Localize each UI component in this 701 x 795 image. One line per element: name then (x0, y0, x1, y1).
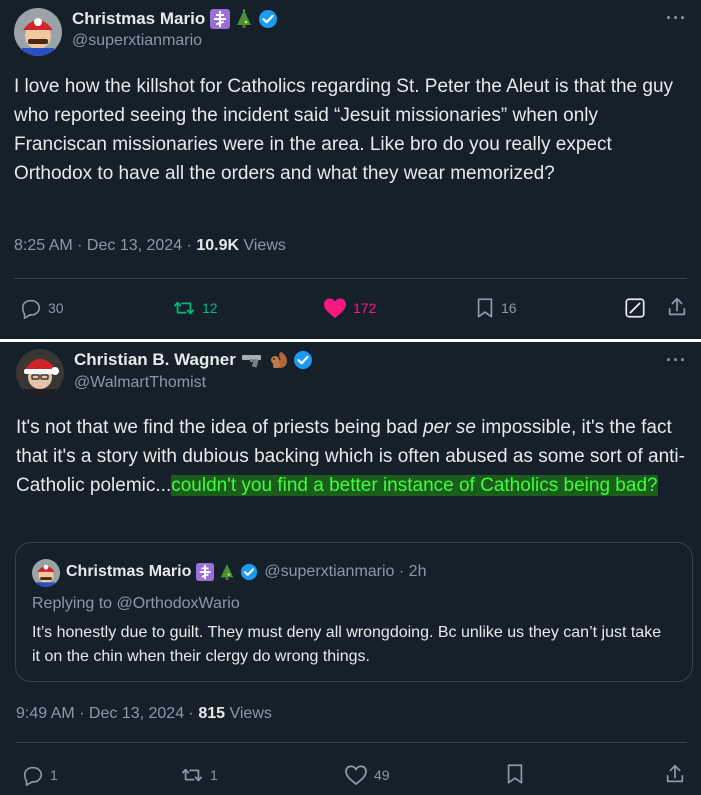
share-button[interactable] (666, 296, 688, 318)
verified-badge-icon (258, 9, 278, 29)
retweet-button[interactable]: 1 (180, 764, 218, 786)
like-button[interactable]: 49 (344, 764, 390, 786)
views-label: Views (225, 705, 272, 722)
tweet-card-2: Christian B. Wagner @WalmartThomist ··· … (0, 342, 701, 795)
timestamp[interactable]: 9:49 AM · Dec 13, 2024 · (16, 705, 198, 722)
bookmark-icon (477, 298, 493, 318)
squirrel-icon (268, 350, 288, 370)
heart-filled-icon (324, 298, 346, 318)
quoted-avatar (32, 559, 60, 587)
views-count: 10.9K (196, 237, 240, 254)
reply-button[interactable]: 30 (20, 297, 64, 319)
quoted-handle-time: @superxtianmario · 2h (264, 563, 427, 580)
handle[interactable]: @WalmartThomist (74, 374, 206, 392)
bookmark-button[interactable] (505, 763, 525, 785)
retweet-button[interactable]: 12 (172, 297, 218, 319)
tweet-text-italic: per se (423, 417, 476, 438)
orthodox-cross-icon (210, 9, 231, 29)
retweet-count: 1 (210, 767, 218, 783)
reply-icon (21, 299, 41, 319)
avatar[interactable] (14, 8, 62, 56)
pistol-icon (241, 352, 263, 368)
verified-badge-icon (293, 350, 313, 370)
bookmark-button[interactable]: 16 (475, 297, 517, 319)
bookmark-count: 16 (501, 300, 517, 316)
divider (16, 742, 687, 743)
reply-button[interactable]: 1 (22, 764, 58, 786)
display-name[interactable]: Christmas Mario (72, 9, 205, 29)
author-row: Christian B. Wagner (74, 350, 313, 370)
handle[interactable]: @superxtianmario (72, 32, 202, 50)
views-count: 815 (198, 705, 226, 722)
tweet-card-1: Christmas Mario @superxtianmario ··· I l… (0, 0, 701, 339)
timestamp[interactable]: 8:25 AM · Dec 13, 2024 · (14, 237, 196, 254)
more-options-button[interactable]: ··· (666, 8, 687, 29)
quoted-display-name: Christmas Mario (66, 563, 192, 580)
tweet-text-part: It's not that we find the idea of priest… (16, 417, 424, 438)
retweet-icon (173, 301, 195, 315)
more-options-button[interactable]: ··· (666, 350, 687, 371)
tweet-meta: 8:25 AM · Dec 13, 2024 · 10.9K Views (14, 237, 286, 255)
like-button[interactable]: 172 (323, 297, 376, 319)
share-icon (668, 297, 686, 316)
christmas-tree-icon (235, 9, 253, 29)
retweet-count: 12 (202, 300, 218, 316)
highlighted-text: couldn't you find a better instance of C… (171, 475, 658, 496)
edit-icon (625, 298, 645, 318)
tweet-meta: 9:49 AM · Dec 13, 2024 · 815 Views (16, 705, 272, 723)
heart-outline-icon (345, 765, 367, 786)
reply-count: 30 (48, 300, 64, 316)
quoted-tweet[interactable]: Christmas Mario @superxtianmario · 2h Re… (15, 542, 693, 682)
quoted-header: Christmas Mario @superxtianmario · 2h (66, 563, 426, 581)
views-label: Views (239, 237, 286, 254)
verified-badge-icon (240, 563, 258, 581)
share-icon (666, 764, 684, 783)
orthodox-cross-icon (196, 563, 215, 581)
replying-to: Replying to @OrthodoxWario (32, 595, 240, 612)
share-button[interactable] (664, 763, 686, 785)
like-count: 49 (374, 767, 390, 783)
author-row: Christmas Mario (72, 9, 278, 29)
avatar[interactable] (16, 349, 64, 397)
reply-count: 1 (50, 767, 58, 783)
christmas-tree-icon (219, 563, 235, 581)
quoted-text: It’s honestly due to guilt. They must de… (32, 624, 662, 665)
retweet-icon (181, 768, 203, 782)
divider (14, 278, 687, 279)
like-count: 172 (353, 300, 377, 316)
reply-icon (23, 766, 43, 786)
tweet-text: It's not that we find the idea of priest… (16, 413, 686, 500)
edit-button[interactable] (624, 297, 646, 319)
tweet-text: I love how the killshot for Catholics re… (14, 76, 674, 184)
display-name[interactable]: Christian B. Wagner (74, 350, 236, 370)
bookmark-icon (507, 764, 523, 784)
